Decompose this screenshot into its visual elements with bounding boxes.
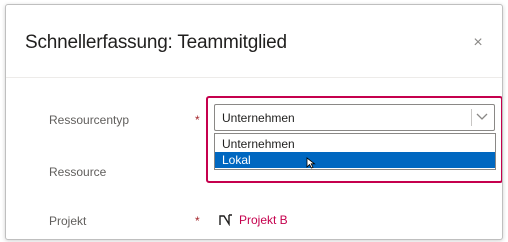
close-button[interactable]: × bbox=[468, 33, 488, 53]
dialog-title: Schnellerfassung: Teammitglied bbox=[25, 32, 287, 53]
project-icon bbox=[219, 214, 232, 226]
projekt-label: Projekt bbox=[49, 214, 87, 228]
header-divider bbox=[6, 77, 502, 78]
option-unternehmen[interactable]: Unternehmen bbox=[215, 136, 495, 152]
mouse-cursor-icon bbox=[306, 157, 316, 169]
ressourcentyp-label: Ressourcentyp bbox=[49, 113, 130, 127]
option-lokal[interactable]: Lokal bbox=[215, 152, 495, 169]
projekt-required-mark: * bbox=[195, 214, 200, 228]
ressourcentyp-select[interactable]: Unternehmen bbox=[214, 104, 495, 131]
close-icon: × bbox=[473, 34, 483, 51]
projekt-value: Projekt B bbox=[239, 213, 288, 227]
ressourcentyp-required-mark: * bbox=[195, 113, 200, 127]
projekt-lookup-link[interactable]: Projekt B bbox=[219, 213, 288, 227]
chevron-down-icon[interactable] bbox=[474, 108, 490, 126]
ressourcentyp-selected-value: Unternehmen bbox=[222, 111, 295, 125]
select-separator bbox=[471, 109, 472, 126]
option-lokal-label: Lokal bbox=[222, 153, 251, 167]
ressource-label: Ressource bbox=[49, 165, 107, 179]
quick-create-dialog: Schnellerfassung: Teammitglied × Ressour… bbox=[5, 4, 503, 240]
ressourcentyp-highlight-frame: Unternehmen Unternehmen Lokal bbox=[206, 96, 502, 183]
dialog-header: Schnellerfassung: Teammitglied × bbox=[6, 5, 502, 75]
ressourcentyp-options-list: Unternehmen Lokal bbox=[214, 133, 496, 170]
